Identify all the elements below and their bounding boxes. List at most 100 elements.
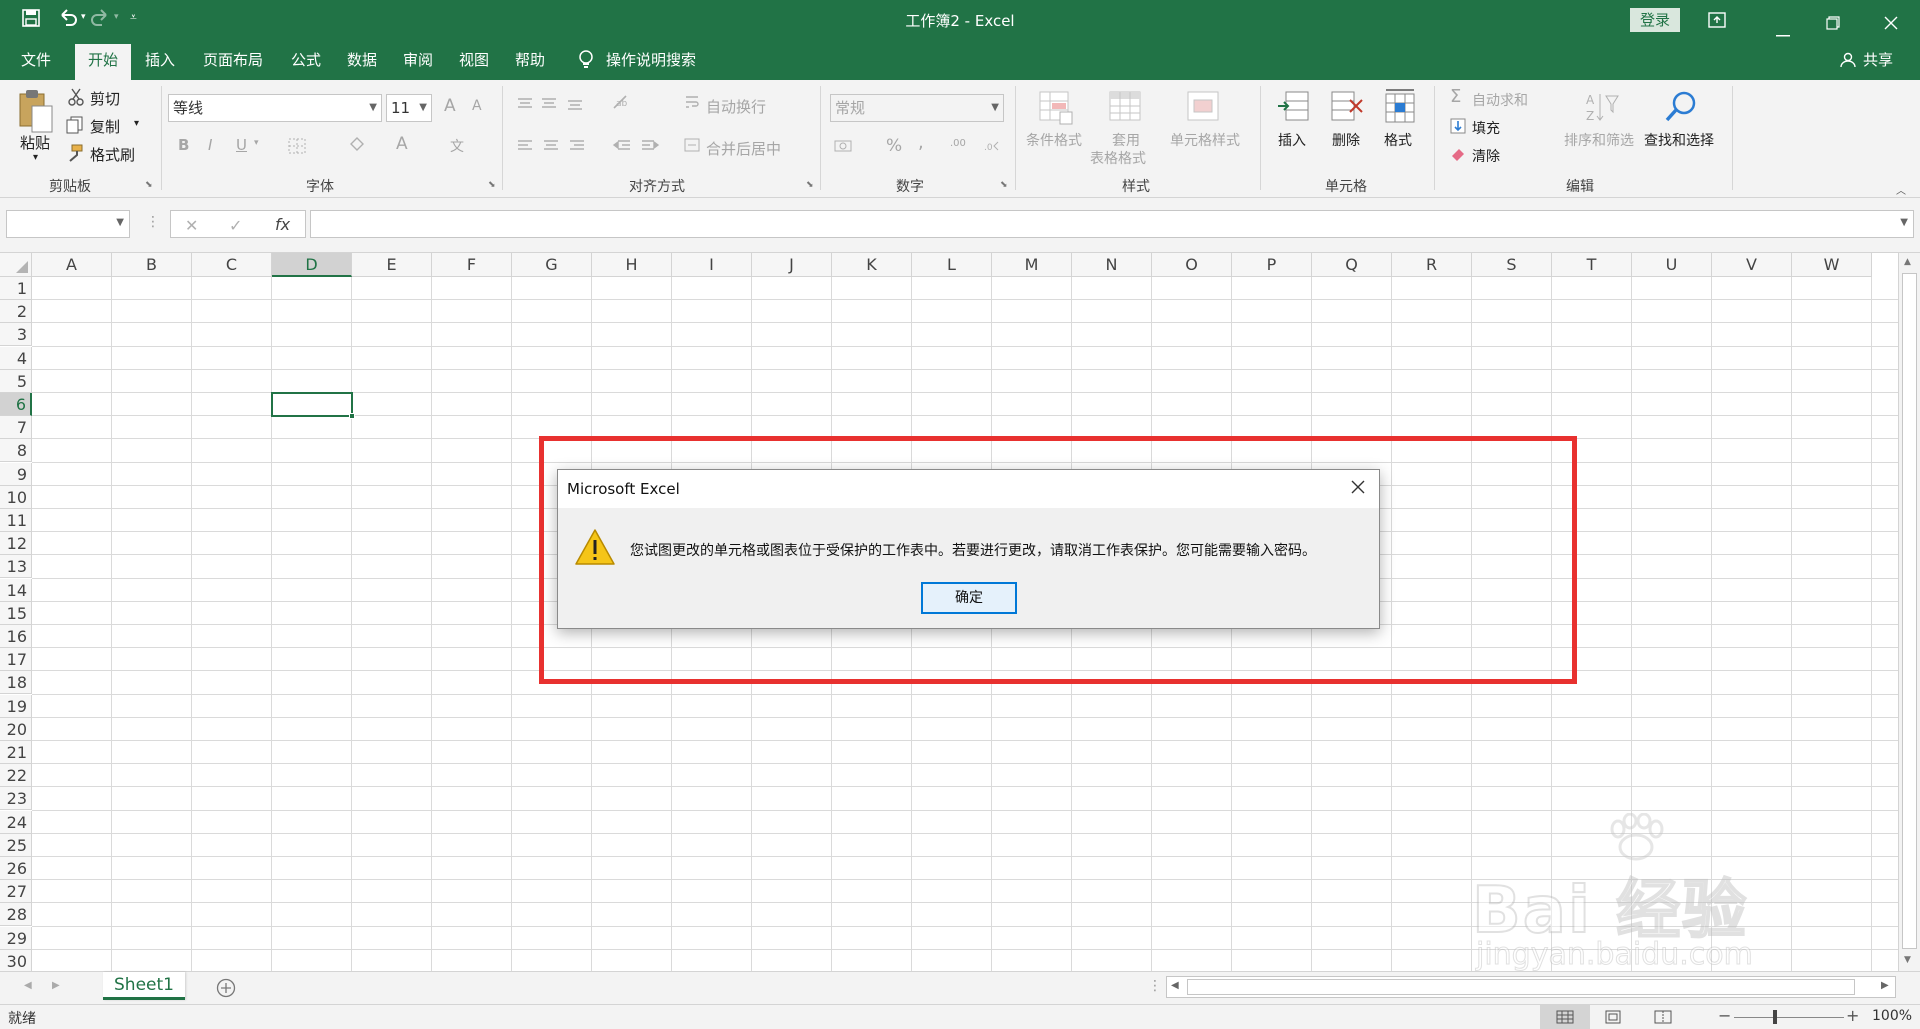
percent-button[interactable]: % [886, 136, 902, 156]
orientation-icon[interactable]: ab [612, 94, 630, 114]
font-size-combo[interactable]: 11 ▼ [386, 94, 432, 122]
scroll-down-icon[interactable]: ▼ [1904, 955, 1911, 965]
column-header-K[interactable]: K [832, 253, 912, 277]
row-header-13[interactable]: 13 [0, 555, 32, 579]
page-break-view-icon[interactable] [1654, 1010, 1672, 1028]
row-header-18[interactable]: 18 [0, 671, 32, 695]
row-header-9[interactable]: 9 [0, 462, 32, 486]
formula-input[interactable]: ▼ [310, 210, 1914, 238]
h-scrollbar-thumb[interactable] [1187, 979, 1855, 995]
fill-color-icon[interactable] [348, 136, 366, 158]
column-header-V[interactable]: V [1712, 253, 1792, 277]
font-launcher-icon[interactable]: ⬊ [488, 180, 496, 190]
column-header-N[interactable]: N [1072, 253, 1152, 277]
redo-icon[interactable] [90, 7, 110, 32]
tab-help[interactable]: 帮助 [508, 40, 552, 80]
conditional-format-button[interactable]: 条件格式 [1026, 130, 1082, 150]
row-header-29[interactable]: 29 [0, 926, 32, 950]
zoom-slider-track[interactable] [1734, 1017, 1844, 1018]
increase-decimal-button[interactable]: .00 [950, 138, 966, 149]
redo-dropdown-icon[interactable]: ▾ [114, 12, 119, 22]
share-button[interactable]: 共享 [1858, 40, 1898, 80]
expand-formula-icon[interactable]: ▼ [1900, 217, 1908, 228]
underline-button[interactable]: U [236, 136, 247, 154]
column-header-O[interactable]: O [1152, 253, 1232, 277]
conditional-format-icon[interactable] [1038, 90, 1074, 130]
merge-icon[interactable] [684, 138, 700, 156]
insert-cells-icon[interactable] [1276, 90, 1312, 130]
ribbon-display-icon[interactable] [1708, 9, 1726, 33]
sort-filter-icon[interactable]: AZ [1584, 90, 1620, 130]
bold-button[interactable]: B [178, 136, 189, 154]
delete-cells-button[interactable]: 删除 [1332, 130, 1360, 150]
tab-file[interactable]: 文件 [14, 40, 58, 80]
cut-button[interactable]: 剪切 [90, 88, 120, 109]
column-header-S[interactable]: S [1472, 253, 1552, 277]
column-header-E[interactable]: E [352, 253, 432, 277]
restore-icon[interactable] [1826, 11, 1840, 35]
font-name-combo[interactable]: 等线 ▼ [168, 94, 382, 122]
row-header-21[interactable]: 21 [0, 741, 32, 764]
column-header-H[interactable]: H [592, 253, 672, 277]
align-top-icon[interactable] [516, 96, 586, 114]
paste-button[interactable]: 粘贴 [20, 132, 50, 153]
tab-view[interactable]: 视图 [452, 40, 496, 80]
collapse-ribbon-icon[interactable]: ︿ [1896, 182, 1906, 197]
insert-cells-button[interactable]: 插入 [1278, 130, 1306, 150]
row-header-16[interactable]: 16 [0, 625, 32, 648]
row-header-25[interactable]: 25 [0, 833, 32, 857]
format-cells-icon[interactable] [1382, 88, 1418, 128]
row-header-12[interactable]: 12 [0, 532, 32, 556]
font-color-button[interactable]: A [396, 134, 408, 154]
indent-icons[interactable] [612, 138, 660, 156]
name-box[interactable]: ▼ [6, 210, 130, 238]
fill-down-icon[interactable] [1450, 118, 1466, 138]
phonetic-button[interactable]: 文 [450, 136, 464, 156]
customize-qat-icon[interactable]: ⩡ [130, 10, 137, 25]
row-header-11[interactable]: 11 [0, 509, 32, 532]
shrink-font-button[interactable]: A [472, 98, 482, 114]
row-header-1[interactable]: 1 [0, 277, 32, 300]
alignment-launcher-icon[interactable]: ⬊ [806, 180, 814, 190]
normal-view-icon[interactable] [1540, 1005, 1590, 1029]
cancel-entry-icon[interactable]: ✕ [185, 216, 198, 235]
column-header-F[interactable]: F [432, 253, 512, 277]
format-as-table-line1[interactable]: 套用 [1112, 130, 1140, 150]
column-header-D[interactable]: D [272, 253, 352, 277]
tab-data[interactable]: 数据 [340, 40, 384, 80]
tab-home[interactable]: 开始 [75, 44, 131, 80]
select-all-corner[interactable] [0, 253, 32, 277]
zoom-slider-thumb[interactable] [1773, 1010, 1777, 1024]
row-header-24[interactable]: 24 [0, 810, 32, 834]
sort-filter-button[interactable]: 排序和筛选 [1564, 130, 1634, 150]
column-header-G[interactable]: G [512, 253, 592, 277]
row-header-20[interactable]: 20 [0, 717, 32, 741]
column-header-I[interactable]: I [672, 253, 752, 277]
tab-review[interactable]: 审阅 [396, 40, 440, 80]
paste-icon[interactable] [16, 88, 60, 134]
vertical-scrollbar[interactable]: ▲ ▼ [1898, 253, 1920, 971]
confirm-entry-icon[interactable]: ✓ [229, 216, 242, 235]
underline-dropdown-icon[interactable]: ▾ [254, 138, 259, 148]
row-header-7[interactable]: 7 [0, 416, 32, 440]
number-launcher-icon[interactable]: ⬊ [1000, 180, 1008, 190]
row-header-27[interactable]: 27 [0, 880, 32, 904]
tell-me-search[interactable]: 操作说明搜索 [606, 40, 714, 80]
copy-button[interactable]: 复制 [90, 116, 120, 137]
ok-button[interactable]: 确定 [921, 582, 1017, 614]
save-icon[interactable] [22, 8, 40, 32]
find-select-button[interactable]: 查找和选择 [1644, 130, 1714, 150]
next-sheet-icon[interactable]: ▶ [52, 980, 60, 991]
row-header-26[interactable]: 26 [0, 857, 32, 880]
column-header-J[interactable]: J [752, 253, 832, 277]
merge-center-button[interactable]: 合并后居中 [706, 138, 781, 159]
row-header-3[interactable]: 3 [0, 323, 32, 347]
column-header-W[interactable]: W [1792, 253, 1872, 277]
scroll-right-icon[interactable]: ▶ [1881, 980, 1889, 991]
fill-handle[interactable] [349, 413, 355, 420]
row-header-17[interactable]: 17 [0, 648, 32, 672]
cell-styles-button[interactable]: 单元格样式 [1170, 130, 1240, 150]
column-header-T[interactable]: T [1552, 253, 1632, 277]
format-painter-button[interactable]: 格式刷 [90, 144, 135, 165]
column-header-C[interactable]: C [192, 253, 272, 277]
